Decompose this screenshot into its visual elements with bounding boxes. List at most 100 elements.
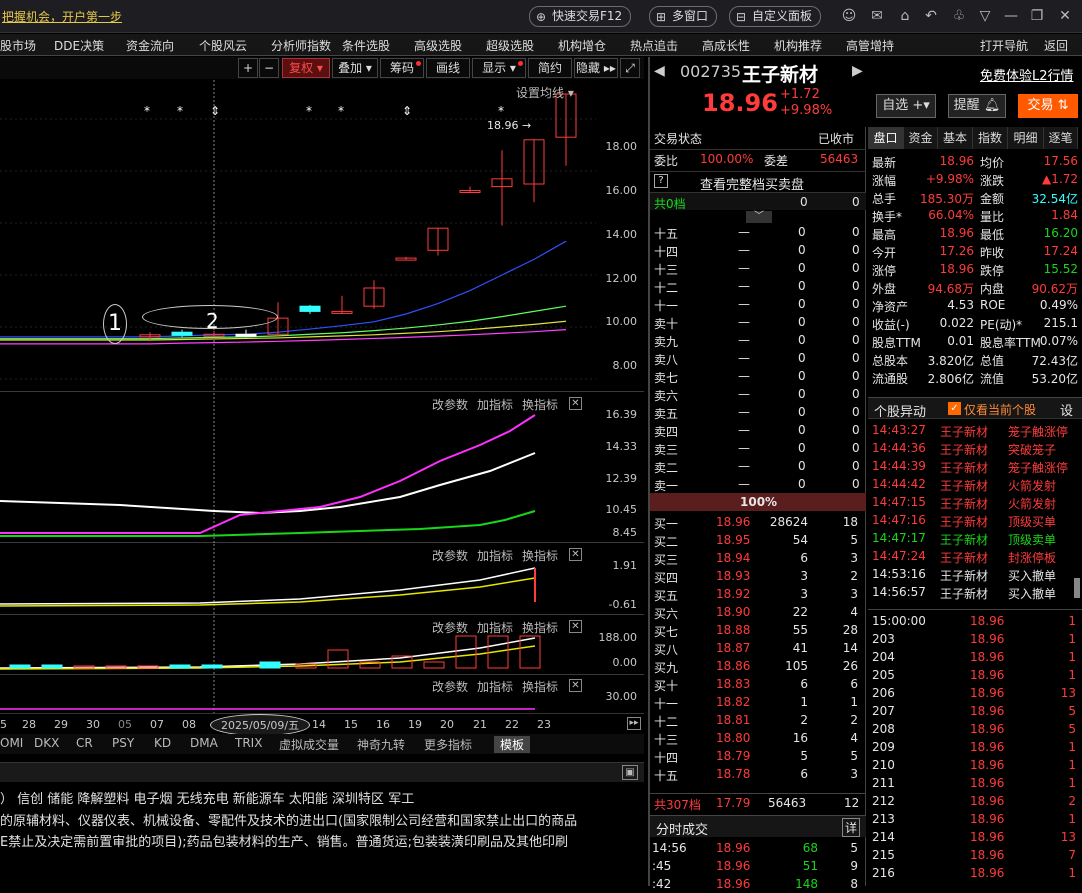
quote-row[interactable]: 今开 17.26 昨收 17.24	[868, 242, 1082, 260]
add-indicator-button[interactable]: 加指标	[477, 547, 513, 564]
quote-row[interactable]: 最新 18.96 均价 17.56	[868, 152, 1082, 170]
menu-stock-news[interactable]: 个股风云	[199, 37, 247, 54]
alerts-checkbox[interactable]: ✓	[948, 402, 961, 415]
panel-close-icon[interactable]: ✕	[569, 397, 582, 410]
buy-level-row[interactable]: 买六 18.90 22 4	[650, 603, 866, 621]
buy-level-row[interactable]: 十二 18.81 2 2	[650, 711, 866, 729]
menu-market[interactable]: 股市场	[0, 37, 36, 54]
menu-dde[interactable]: DDE决策	[54, 37, 104, 54]
sell-level-row[interactable]: 十一 — 0 0	[650, 295, 866, 313]
tab-cr[interactable]: CR	[76, 736, 93, 750]
alert-row[interactable]: 14:44:42 王子新材 火箭发射	[868, 475, 1082, 493]
menu-inst-recommend[interactable]: 机构推荐	[774, 37, 822, 54]
zoom-in-button[interactable]: +	[238, 58, 258, 78]
trade-row[interactable]: 214 18.96 13	[868, 828, 1082, 846]
tab-tick-by-tick[interactable]: 逐笔	[1044, 127, 1078, 149]
sell-level-row[interactable]: 卖七 — 0 0	[650, 367, 866, 385]
tab-funds[interactable]: 资金	[904, 127, 938, 149]
minimize-icon[interactable]: —	[1002, 7, 1020, 25]
sell-level-row[interactable]: 卖一 — 0 0	[650, 475, 866, 493]
collapse-icon[interactable]: ▣	[622, 765, 638, 780]
tab-index[interactable]: 指数	[973, 127, 1008, 149]
switch-indicator-button[interactable]: 换指标	[522, 619, 558, 636]
sell-level-row[interactable]: 十五 — 0 0	[650, 223, 866, 241]
trade-row[interactable]: 212 18.96 2	[868, 792, 1082, 810]
trade-row[interactable]: 205 18.96 1	[868, 666, 1082, 684]
quote-row[interactable]: 总股本 3.820亿 总值 72.43亿	[868, 350, 1082, 368]
alerts-scrollbar[interactable]	[1074, 578, 1080, 598]
switch-indicator-button[interactable]: 换指标	[522, 396, 558, 413]
alert-row[interactable]: 14:43:27 王子新材 笼子触涨停	[868, 421, 1082, 439]
trade-row[interactable]: 211 18.96 1	[868, 774, 1082, 792]
add-indicator-button[interactable]: 加指标	[477, 396, 513, 413]
switch-indicator-button[interactable]: 换指标	[522, 678, 558, 695]
dropdown-icon[interactable]: ▽	[976, 7, 994, 25]
sell-level-row[interactable]: 十三 — 0 0	[650, 259, 866, 277]
quote-row[interactable]: 总手 185.30万 金额 32.54亿	[868, 188, 1082, 206]
panel-close-icon[interactable]: ✕	[569, 620, 582, 633]
quote-row[interactable]: 股息TTM 0.01 股息率TTM 0.07%	[868, 332, 1082, 350]
sell-level-row[interactable]: 卖八 — 0 0	[650, 349, 866, 367]
sell-level-row[interactable]: 十四 — 0 0	[650, 241, 866, 259]
buy-level-row[interactable]: 买七 18.88 55 28	[650, 621, 866, 639]
tick-row[interactable]: 14:56 18.96 68 5	[650, 839, 866, 857]
menu-condition-pick[interactable]: 条件选股	[342, 37, 390, 54]
next-stock-icon[interactable]: ▶	[852, 63, 863, 79]
home-icon[interactable]: ⌂	[896, 7, 914, 25]
menu-back[interactable]: 返回	[1044, 37, 1068, 54]
tick-row[interactable]: :45 18.96 51 9	[650, 857, 866, 875]
buy-level-row[interactable]: 十五 18.78 6 3	[650, 765, 866, 783]
quote-row[interactable]: 外盘 94.68万 内盘 90.62万	[868, 278, 1082, 296]
buy-level-row[interactable]: 买二 18.95 54 5	[650, 531, 866, 549]
hide-button[interactable]: 隐藏 ▸▸	[574, 58, 618, 78]
quote-row[interactable]: 收益(-) 0.022 PE(动)* 215.1	[868, 314, 1082, 332]
indicator-panel-2[interactable]: 改参数 加指标 换指标 ✕ 1.91 -0.61	[0, 544, 644, 615]
alert-row[interactable]: 14:44:36 王子新材 突破笼子	[868, 439, 1082, 457]
simple-button[interactable]: 简约	[528, 58, 572, 78]
alert-row[interactable]: 14:47:15 王子新材 火箭发射	[868, 493, 1082, 511]
quote-row[interactable]: 涨停 18.96 跌停 15.52	[868, 260, 1082, 278]
alerts-settings-button[interactable]: 设	[1060, 400, 1073, 419]
sell-level-row[interactable]: 卖三 — 0 0	[650, 439, 866, 457]
trade-button[interactable]: 交易 ⇅	[1018, 94, 1078, 118]
buy-level-row[interactable]: 买四 18.93 3 2	[650, 567, 866, 585]
tab-trix[interactable]: TRIX	[235, 736, 262, 750]
quote-row[interactable]: 涨幅 +9.98% 涨跌 ▲1.72	[868, 170, 1082, 188]
fullscreen-icon[interactable]: ⤢	[620, 58, 640, 78]
quick-trade-button[interactable]: ⊕ 快速交易F12	[529, 6, 632, 27]
restore-icon[interactable]: ❐	[1028, 7, 1046, 25]
change-param-button[interactable]: 改参数	[432, 619, 468, 636]
menu-analyst-index[interactable]: 分析师指数	[271, 37, 331, 54]
trade-row[interactable]: 208 18.96 5	[868, 720, 1082, 738]
sell-level-row[interactable]: 十二 — 0 0	[650, 277, 866, 295]
buy-level-row[interactable]: 十四 18.79 5 5	[650, 747, 866, 765]
overlay-button[interactable]: 叠加 ▾	[332, 58, 378, 78]
skin-icon[interactable]: ♧	[950, 7, 968, 25]
alert-button[interactable]: 提醒 🔔︎	[948, 94, 1006, 118]
trade-row[interactable]: 207 18.96 5	[868, 702, 1082, 720]
switch-indicator-button[interactable]: 换指标	[522, 547, 558, 564]
expand-sell-icon[interactable]: ﹀	[746, 211, 772, 223]
add-indicator-button[interactable]: 加指标	[477, 678, 513, 695]
menu-fund-flow[interactable]: 资金流向	[126, 37, 174, 54]
quote-row[interactable]: 流通股 2.806亿 流值 53.20亿	[868, 368, 1082, 386]
menu-open-nav[interactable]: 打开导航	[980, 37, 1028, 54]
sell-level-row[interactable]: 卖九 — 0 0	[650, 331, 866, 349]
buy-level-row[interactable]: 十一 18.82 1 1	[650, 693, 866, 711]
panel-close-icon[interactable]: ✕	[569, 679, 582, 692]
quote-row[interactable]: 换手* 66.04% 量比 1.84	[868, 206, 1082, 224]
alert-row[interactable]: 14:47:16 王子新材 顶级买单	[868, 511, 1082, 529]
tab-template[interactable]: 模板	[494, 736, 531, 753]
alert-row[interactable]: 14:53:16 王子新材 买入撤单	[868, 565, 1082, 583]
change-param-button[interactable]: 改参数	[432, 547, 468, 564]
trade-row[interactable]: 215 18.96 7	[868, 846, 1082, 864]
add-indicator-button[interactable]: 加指标	[477, 619, 513, 636]
indicator-panel-3[interactable]: 改参数 加指标 换指标 ✕ 188.00 0.00	[0, 616, 644, 675]
menu-hot-track[interactable]: 热点追击	[630, 37, 678, 54]
trade-row[interactable]: 204 18.96 1	[868, 648, 1082, 666]
user-icon[interactable]: ☺	[840, 7, 858, 25]
tab-detail[interactable]: 明细	[1008, 127, 1044, 149]
custom-panel-button[interactable]: ⊟ 自定义面板	[729, 6, 822, 27]
menu-inst-add[interactable]: 机构增仓	[558, 37, 606, 54]
alert-row[interactable]: 14:44:39 王子新材 笼子触涨停	[868, 457, 1082, 475]
